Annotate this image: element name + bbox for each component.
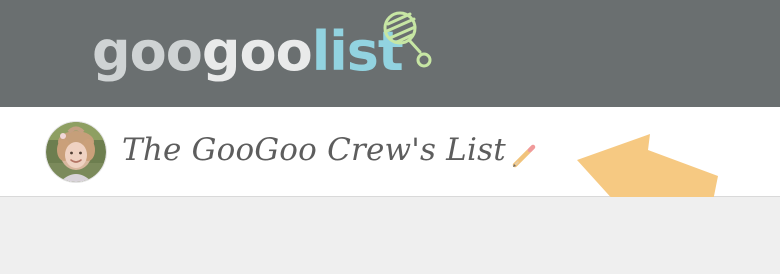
logo-wordmark: goo goo list [92,20,404,83]
logo-part-goo-2: goo [201,20,313,83]
app-logo[interactable]: goo goo list [92,9,404,83]
avatar[interactable] [46,122,106,182]
rattle-icon [383,11,432,68]
top-header: goo goo list [0,0,780,107]
logo-part-goo-1: goo [92,20,203,83]
avatar-photo [46,122,106,182]
list-title: The GooGoo Crew's List [122,132,506,168]
content-area [0,197,780,274]
pencil-icon[interactable] [507,141,539,173]
